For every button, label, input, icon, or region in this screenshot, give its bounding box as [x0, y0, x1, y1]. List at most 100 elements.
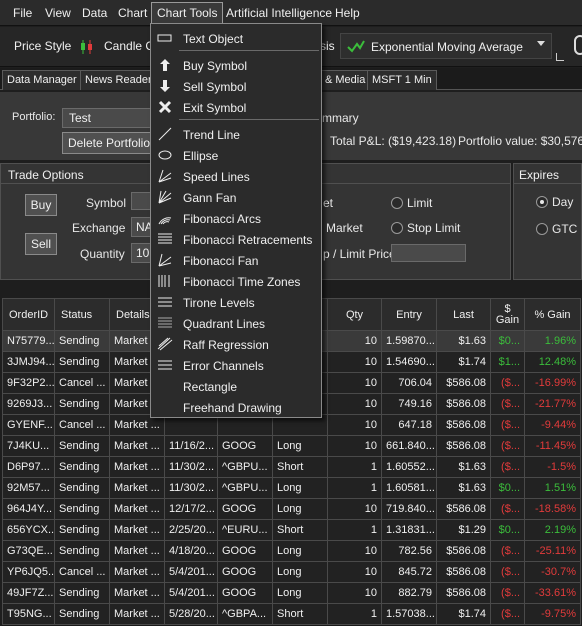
market-label: et: [323, 196, 334, 210]
delete-portfolio-button[interactable]: Delete Portfolio: [62, 132, 156, 154]
tab-msft-1-min[interactable]: MSFT 1 Min: [367, 70, 437, 90]
cell-status: Sending: [54, 582, 110, 604]
menu-view[interactable]: View: [45, 6, 71, 20]
limit-price-input[interactable]: [391, 244, 466, 262]
menu-item-down-arrow[interactable]: Sell Symbol: [151, 76, 321, 97]
cell-entry: 1.31831...: [381, 519, 437, 541]
cell-percent-gain: -11.45%: [524, 435, 581, 457]
gtc-radio[interactable]: [536, 223, 548, 235]
cell-order-id: N75779...: [2, 330, 55, 352]
menu-item-freehand-drawing[interactable]: Freehand Drawing: [151, 397, 321, 418]
fibonacci-retracements-icon: [157, 232, 173, 246]
menu-item-error-channels[interactable]: Error Channels: [151, 355, 321, 376]
sell-button[interactable]: Sell: [25, 233, 57, 255]
menu-artificial-intelligence[interactable]: Artificial Intelligence: [226, 6, 332, 20]
menu-item-rectangle[interactable]: Rectangle: [151, 376, 321, 397]
cell-qty: 1: [327, 477, 382, 499]
stop-limit-radio[interactable]: [391, 222, 403, 234]
cell-entry: 1.60581...: [381, 477, 437, 499]
cell-order-id: 9269J3...: [2, 393, 55, 415]
cell-type: Long: [272, 540, 328, 562]
chevron-down-icon[interactable]: [537, 41, 545, 46]
cell-dollar-gain: ($...: [490, 540, 525, 562]
menu-item-text-object[interactable]: Text Object: [151, 28, 321, 49]
cell-entry: 1.57038...: [381, 603, 437, 625]
indicator-select[interactable]: Exponential Moving Average: [340, 33, 552, 59]
column-header-status[interactable]: Status: [54, 298, 110, 331]
tab-data-manager[interactable]: Data Manager: [2, 70, 82, 90]
trade-options-title: Trade Options: [8, 168, 84, 182]
cell-order-id: 7J4KU...: [2, 435, 55, 457]
menu-item-fibonacci-time-zones[interactable]: Fibonacci Time Zones: [151, 271, 321, 292]
cell-status: Sending: [54, 435, 110, 457]
menu-help[interactable]: Help: [335, 6, 360, 20]
cell-last: $586.08: [436, 414, 491, 436]
menu-data[interactable]: Data: [82, 6, 107, 20]
indicator-value: Exponential Moving Average: [371, 40, 523, 54]
tab-news-reader[interactable]: News Reader: [80, 70, 157, 90]
cell-date: 5/28/20...: [164, 603, 218, 625]
cell-qty: 10: [327, 435, 382, 457]
menu-item-raff-regression[interactable]: Raff Regression: [151, 334, 321, 355]
cell-dollar-gain: ($...: [490, 582, 525, 604]
day-radio[interactable]: [536, 196, 548, 208]
column-header-orderid[interactable]: OrderID: [2, 298, 55, 331]
table-row[interactable]: 92M57... Sending Market ... 11/30/2... ^GBPU…: [2, 477, 581, 499]
raff-regression-icon: [157, 337, 173, 351]
cell-entry: 782.56: [381, 540, 437, 562]
cell-entry: 719.840...: [381, 498, 437, 520]
circle-icon[interactable]: [574, 35, 582, 55]
menu-item-quadrant-lines[interactable]: Quadrant Lines: [151, 313, 321, 334]
limit-radio[interactable]: [391, 197, 403, 209]
menu-separator: [179, 50, 319, 51]
table-row[interactable]: D6P97... Sending Market ... 11/30/2... ^GBPU…: [2, 456, 581, 478]
menu-item-trend-line[interactable]: Trend Line: [151, 124, 321, 145]
table-row[interactable]: T95NG... Sending Market ... 5/28/20... ^GBPA…: [2, 603, 581, 625]
cell-order-id: GYENF...: [2, 414, 55, 436]
divider: [514, 183, 581, 184]
table-row[interactable]: YP6JQ5... Cancel ... Market ... 5/4/201... G…: [2, 561, 581, 583]
tab-media[interactable]: & Media: [320, 70, 371, 90]
cell-status: Sending: [54, 351, 110, 373]
menu-chart-tools[interactable]: Chart Tools: [151, 2, 224, 24]
menu-item-fibonacci-fan[interactable]: Fibonacci Fan: [151, 250, 321, 271]
column-header-qty[interactable]: Qty: [327, 298, 382, 331]
cell-qty: 10: [327, 330, 382, 352]
portfolio-select[interactable]: Test: [62, 108, 157, 128]
column-header-dollar-gain[interactable]: $ Gain: [490, 298, 525, 331]
expires-title: Expires: [519, 168, 560, 182]
cell-symbol: GOOG: [217, 582, 273, 604]
cell-dollar-gain: $1...: [490, 351, 525, 373]
column-header-percent-gain[interactable]: % Gain: [524, 298, 581, 331]
cell-details: Market ...: [109, 582, 165, 604]
menu-file[interactable]: File: [13, 6, 32, 20]
menu-item-fibonacci-arcs[interactable]: Fibonacci Arcs: [151, 208, 321, 229]
cell-date: 11/30/2...: [164, 456, 218, 478]
cell-last: $1.29: [436, 519, 491, 541]
column-header-last[interactable]: Last: [436, 298, 491, 331]
menu-item-label: Exit Symbol: [183, 101, 247, 115]
table-row[interactable]: 656YCX... Sending Market ... 2/25/20... ^EUR…: [2, 519, 581, 541]
table-row[interactable]: 964J4Y... Sending Market ... 12/17/2... GOOG…: [2, 498, 581, 520]
menu-item-fibonacci-retracements[interactable]: Fibonacci Retracements: [151, 229, 321, 250]
table-row[interactable]: G73QE... Sending Market ... 4/18/20... GOOG L…: [2, 540, 581, 562]
cell-qty: 10: [327, 351, 382, 373]
menu-item-label: Ellipse: [183, 149, 219, 163]
menu-item-ellipse[interactable]: Ellipse: [151, 145, 321, 166]
rectangle-icon: [157, 379, 173, 393]
menu-chart[interactable]: Chart: [118, 6, 147, 20]
table-row[interactable]: 7J4KU... Sending Market ... 11/16/2... GOOG L…: [2, 435, 581, 457]
cell-qty: 10: [327, 372, 382, 394]
menu-item-speed-lines[interactable]: Speed Lines: [151, 166, 321, 187]
cell-qty: 10: [327, 582, 382, 604]
menu-item-up-arrow[interactable]: Buy Symbol: [151, 55, 321, 76]
menu-item-x[interactable]: Exit Symbol: [151, 97, 321, 118]
buy-button[interactable]: Buy: [25, 194, 57, 216]
cell-status: Sending: [54, 498, 110, 520]
menu-item-label: Rectangle: [183, 380, 238, 394]
menu-item-gann-fan[interactable]: Gann Fan: [151, 187, 321, 208]
menu-item-tirone-levels[interactable]: Tirone Levels: [151, 292, 321, 313]
table-row[interactable]: 49JF7Z... Sending Market ... 5/4/201... GOOG…: [2, 582, 581, 604]
column-header-entry[interactable]: Entry: [381, 298, 437, 331]
ellipse-icon: [157, 148, 173, 162]
